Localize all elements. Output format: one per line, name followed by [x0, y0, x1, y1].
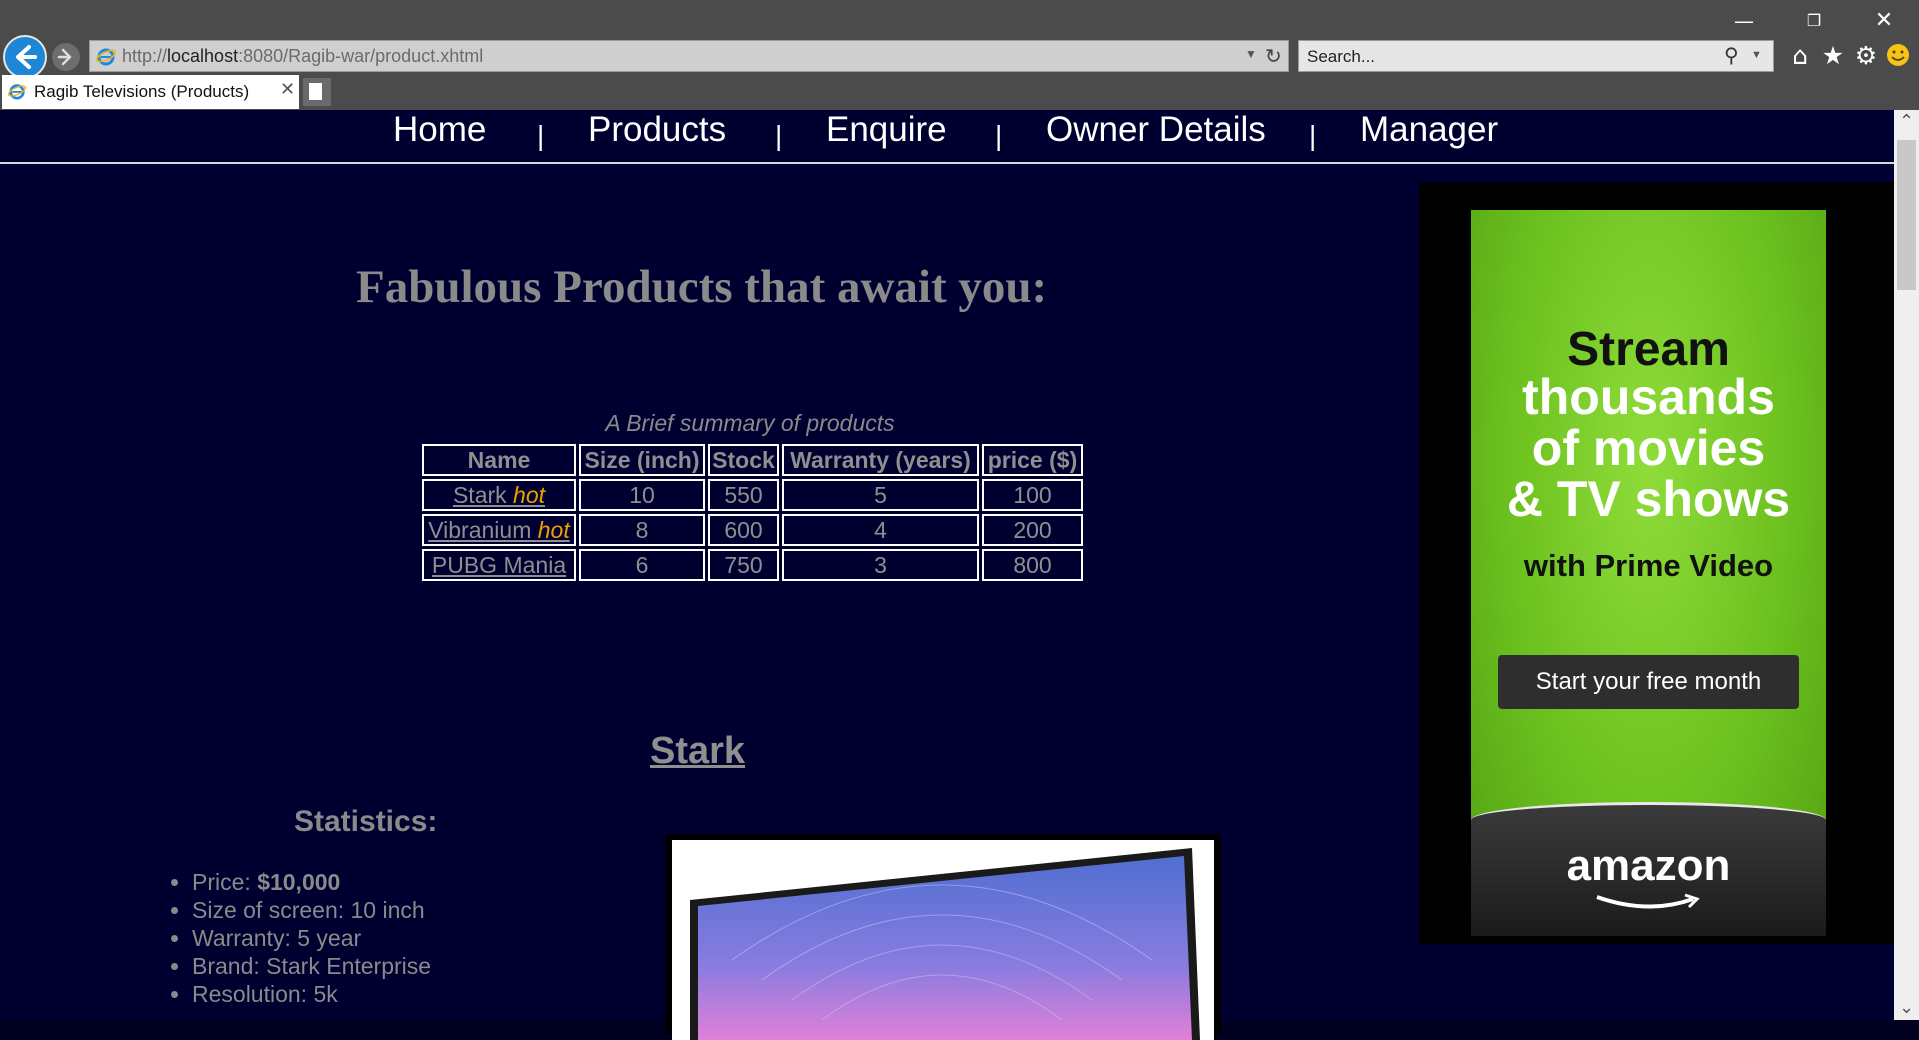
amazon-prime-ad[interactable]: Stream thousands of movies & TV shows wi…	[1419, 182, 1894, 944]
address-dropdown-icon[interactable]: ▼	[1245, 47, 1257, 61]
cell-stock: 750	[708, 549, 779, 581]
address-url: http://localhost:8080/Ragib-war/product.…	[122, 46, 484, 66]
cell-warranty: 5	[782, 479, 979, 511]
amazon-logo: amazon	[1566, 841, 1731, 890]
tab-ie-icon	[8, 84, 26, 100]
scrollbar-thumb[interactable]	[1897, 140, 1916, 290]
page-headline: Fabulous Products that await you:	[356, 261, 1048, 313]
table-row: Stark hot 10 550 5 100	[422, 479, 1083, 511]
nav-home[interactable]: Home	[393, 110, 486, 150]
list-item: Resolution: 5k	[192, 980, 431, 1008]
hot-badge: hot	[513, 481, 546, 508]
site-navigation: Home | Products | Enquire | Owner Detail…	[0, 110, 1894, 164]
statistics-list: Price: $10,000 Size of screen: 10 inch W…	[168, 868, 431, 1008]
back-icon	[16, 45, 37, 69]
tab-close-icon[interactable]: ✕	[280, 79, 295, 100]
product-link-pubg-mania[interactable]: PUBG Mania	[432, 552, 566, 578]
minimize-button[interactable]: —	[1724, 6, 1764, 36]
list-item: Size of screen: 10 inch	[192, 896, 431, 924]
list-item: Warranty: 5 year	[192, 924, 431, 952]
refresh-icon[interactable]: ↻	[1265, 44, 1282, 69]
restore-button[interactable]: ❐	[1794, 6, 1834, 36]
settings-gear-icon[interactable]: ⚙	[1852, 42, 1880, 70]
cell-warranty: 4	[782, 514, 979, 546]
cell-price: 800	[982, 549, 1083, 581]
search-dropdown-icon[interactable]: ▼	[1751, 49, 1762, 61]
col-header-size: Size (inch)	[579, 444, 705, 476]
nav-products[interactable]: Products	[588, 110, 726, 150]
cell-size: 10	[579, 479, 705, 511]
product-link-stark[interactable]: Stark hot	[453, 482, 545, 508]
tv-image	[690, 848, 1200, 1040]
cell-size: 8	[579, 514, 705, 546]
forward-button[interactable]	[52, 43, 80, 71]
products-table: Name Size (inch) Stock Warranty (years) …	[419, 441, 1086, 584]
close-window-button[interactable]: ✕	[1864, 6, 1904, 36]
product-section-title[interactable]: Stark	[650, 730, 745, 773]
amazon-smile-icon	[1596, 893, 1700, 909]
table-header-row: Name Size (inch) Stock Warranty (years) …	[422, 444, 1083, 476]
forward-icon	[57, 48, 72, 66]
cell-stock: 600	[708, 514, 779, 546]
nav-separator: |	[1309, 120, 1317, 151]
cell-size: 6	[579, 549, 705, 581]
scroll-up-icon[interactable]: ⌃	[1894, 110, 1919, 134]
feedback-smiley-icon[interactable]	[1884, 42, 1912, 70]
table-caption: A Brief summary of products	[605, 410, 895, 436]
cell-name: PUBG Mania	[422, 549, 576, 581]
browser-tab-active[interactable]: Ragib Televisions (Products) ✕	[2, 75, 299, 109]
price-value: $10,000	[257, 869, 341, 895]
product-image	[665, 834, 1221, 1040]
list-item: Brand: Stark Enterprise	[192, 952, 431, 980]
search-icon[interactable]: ⚲	[1724, 43, 1739, 68]
nav-separator: |	[995, 120, 1003, 151]
list-item: Price: $10,000	[192, 868, 431, 896]
hot-badge: hot	[537, 516, 570, 543]
tab-title: Ragib Televisions (Products)	[34, 82, 250, 101]
browser-chrome: — ❐ ✕ http://localhost:8080/Ragib-war/pr…	[0, 0, 1919, 110]
nav-owner-details[interactable]: Owner Details	[1046, 110, 1266, 150]
col-header-stock: Stock	[708, 444, 779, 476]
address-bar[interactable]: http://localhost:8080/Ragib-war/product.…	[89, 40, 1289, 72]
statistics-heading: Statistics:	[294, 805, 438, 838]
nav-manager[interactable]: Manager	[1360, 110, 1498, 150]
cell-name: Vibranium hot	[422, 514, 576, 546]
table-row: Vibranium hot 8 600 4 200	[422, 514, 1083, 546]
nav-enquire[interactable]: Enquire	[826, 110, 947, 150]
ad-subtitle: with Prime Video	[1523, 548, 1774, 583]
search-placeholder: Search...	[1307, 47, 1376, 66]
new-tab-button[interactable]	[303, 78, 331, 106]
cell-price: 200	[982, 514, 1083, 546]
ad-panel: Stream thousands of movies & TV shows wi…	[1471, 210, 1826, 936]
col-header-name: Name	[422, 444, 576, 476]
back-button[interactable]	[3, 35, 47, 79]
ad-cta-button[interactable]: Start your free month	[1498, 655, 1799, 709]
search-box[interactable]: Search... ⚲ ▼	[1298, 40, 1774, 72]
favorites-star-icon[interactable]: ★	[1819, 42, 1847, 70]
nav-separator: |	[775, 120, 783, 151]
nav-separator: |	[537, 120, 545, 151]
table-row: PUBG Mania 6 750 3 800	[422, 549, 1083, 581]
col-header-warranty: Warranty (years)	[782, 444, 979, 476]
smiley-svg	[1887, 44, 1909, 66]
scroll-down-icon[interactable]: ⌄	[1894, 996, 1919, 1020]
cell-warranty: 3	[782, 549, 979, 581]
cell-stock: 550	[708, 479, 779, 511]
product-link-vibranium[interactable]: Vibranium hot	[428, 517, 570, 543]
ad-headline: thousands of movies & TV shows	[1506, 369, 1791, 527]
vertical-scrollbar[interactable]: ⌃ ⌄	[1894, 110, 1919, 1020]
ie-logo-icon	[96, 48, 116, 66]
home-icon[interactable]: ⌂	[1786, 42, 1814, 70]
col-header-price: price ($)	[982, 444, 1083, 476]
cell-name: Stark hot	[422, 479, 576, 511]
ad-footer: amazon	[1471, 802, 1826, 936]
cell-price: 100	[982, 479, 1083, 511]
new-tab-icon	[309, 83, 322, 100]
